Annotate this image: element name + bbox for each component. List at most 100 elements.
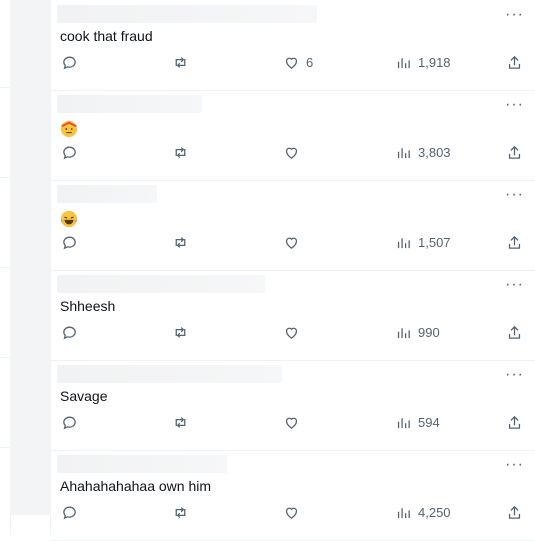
reply-button[interactable]	[61, 54, 78, 71]
reply-button[interactable]	[61, 234, 78, 251]
reply-tweet[interactable]: ··· Shheesh 990	[51, 270, 535, 361]
reply-button[interactable]	[61, 414, 78, 431]
like-count: 6	[306, 55, 314, 70]
tweet-text: Savage	[60, 388, 108, 404]
retweet-button[interactable]	[172, 234, 189, 251]
like-button[interactable]	[283, 324, 306, 341]
left-divider	[0, 87, 10, 88]
laughing-crying-face-emoji-icon	[60, 210, 78, 228]
more-options-button[interactable]: ···	[505, 366, 524, 384]
heart-icon	[285, 147, 298, 159]
views-button[interactable]: 1,507	[395, 234, 451, 251]
view-count: 1,507	[418, 235, 451, 250]
more-options-button[interactable]: ···	[505, 96, 524, 114]
heart-icon	[285, 237, 298, 249]
heart-icon	[285, 417, 298, 429]
reply-icon	[63, 236, 76, 250]
action-bar: 3,803	[51, 144, 535, 164]
more-options-button[interactable]: ···	[505, 276, 524, 294]
retweet-icon	[175, 507, 186, 518]
like-button[interactable]	[283, 504, 306, 521]
heart-icon	[285, 327, 298, 339]
analytics-icon	[397, 148, 410, 159]
left-divider	[0, 447, 10, 448]
reply-tweet[interactable]: ··· Ahahahahahaa own him 4,250	[51, 450, 535, 541]
reply-tweet[interactable]: ··· cook that fraud 6 1,918	[51, 0, 535, 91]
reply-button[interactable]	[61, 324, 78, 341]
action-bar: 6 1,918	[51, 54, 535, 74]
reply-icon	[63, 416, 76, 430]
tweet-text: Shheesh	[60, 298, 116, 314]
share-icon	[508, 415, 521, 429]
views-button[interactable]: 4,250	[395, 504, 451, 521]
analytics-icon	[397, 328, 410, 339]
author-name-redacted	[57, 5, 317, 23]
reply-button[interactable]	[61, 504, 78, 521]
more-options-button[interactable]: ···	[505, 186, 524, 204]
like-button[interactable]	[283, 414, 306, 431]
retweet-button[interactable]	[172, 144, 189, 161]
reply-tweet[interactable]: ··· Savage 594	[51, 360, 535, 451]
view-count: 594	[418, 415, 440, 430]
share-button[interactable]	[506, 324, 523, 341]
share-icon	[508, 235, 521, 249]
left-divider	[0, 357, 10, 358]
share-icon	[508, 55, 521, 69]
retweet-icon	[175, 57, 186, 68]
action-bar: 4,250	[51, 504, 535, 524]
share-icon	[508, 505, 521, 519]
left-divider	[0, 267, 10, 268]
more-options-button[interactable]: ···	[505, 456, 524, 474]
share-icon	[508, 145, 521, 159]
analytics-icon	[397, 508, 410, 519]
share-button[interactable]	[506, 54, 523, 71]
view-count: 4,250	[418, 505, 451, 520]
like-button[interactable]	[283, 234, 306, 251]
tweet-text: cook that fraud	[60, 28, 153, 44]
retweet-icon	[175, 237, 186, 248]
like-button[interactable]: 6	[283, 54, 313, 71]
like-button[interactable]	[283, 144, 306, 161]
retweet-button[interactable]	[172, 324, 189, 341]
reply-icon	[63, 506, 76, 520]
reply-button[interactable]	[61, 144, 78, 161]
view-count: 3,803	[418, 145, 451, 160]
left-divider	[0, 177, 10, 178]
avatar-column	[10, 0, 50, 515]
retweet-icon	[175, 417, 186, 428]
share-button[interactable]	[506, 144, 523, 161]
share-button[interactable]	[506, 414, 523, 431]
views-button[interactable]: 594	[395, 414, 440, 431]
retweet-button[interactable]	[172, 414, 189, 431]
action-bar: 1,507	[51, 234, 535, 254]
shy-face-emoji-icon	[60, 120, 78, 138]
action-bar: 990	[51, 324, 535, 344]
reply-tweet[interactable]: ··· 3,803	[51, 90, 535, 181]
heart-icon	[285, 57, 298, 69]
heart-icon	[285, 507, 298, 519]
reply-icon	[63, 56, 76, 70]
view-count: 990	[418, 325, 440, 340]
views-button[interactable]: 3,803	[395, 144, 451, 161]
more-options-button[interactable]: ···	[505, 6, 524, 24]
views-button[interactable]: 1,918	[395, 54, 451, 71]
action-bar: 594	[51, 414, 535, 434]
views-button[interactable]: 990	[395, 324, 440, 341]
author-name-redacted	[57, 365, 282, 383]
analytics-icon	[397, 238, 410, 249]
author-name-redacted	[57, 275, 265, 293]
analytics-icon	[397, 418, 410, 429]
share-icon	[508, 325, 521, 339]
author-name-redacted	[57, 455, 227, 473]
retweet-button[interactable]	[172, 54, 189, 71]
replies-timeline: ··· cook that fraud 6 1,918 ··· 3,803 ··…	[50, 0, 535, 541]
author-name-redacted	[57, 95, 202, 113]
view-count: 1,918	[418, 55, 451, 70]
share-button[interactable]	[506, 504, 523, 521]
retweet-icon	[175, 147, 186, 158]
reply-icon	[63, 146, 76, 160]
reply-tweet[interactable]: ··· 1,507	[51, 180, 535, 271]
analytics-icon	[397, 58, 410, 69]
retweet-button[interactable]	[172, 504, 189, 521]
share-button[interactable]	[506, 234, 523, 251]
